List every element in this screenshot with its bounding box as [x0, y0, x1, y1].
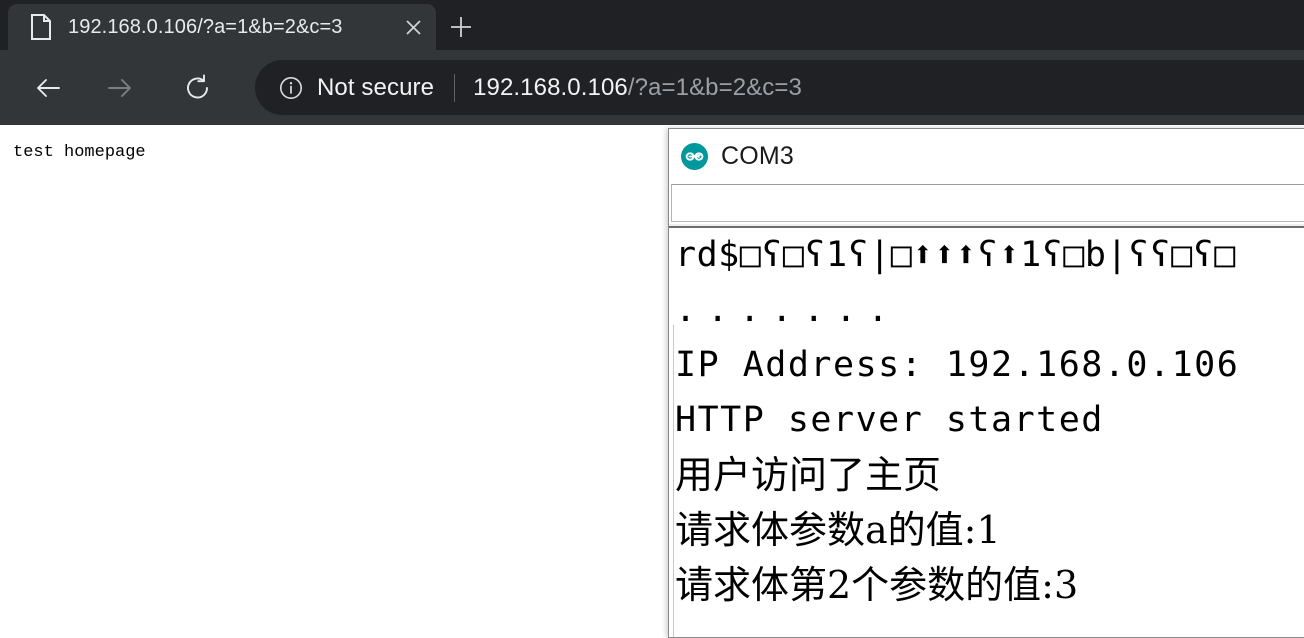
- serial-monitor-titlebar: COM3: [669, 129, 1304, 184]
- console-line: 请求体参数a的值:1: [675, 508, 1001, 552]
- browser-tab[interactable]: 192.168.0.106/?a=1&b=2&c=3: [8, 4, 436, 50]
- page-body-text: test homepage: [13, 143, 146, 162]
- console-line: rd$□ʕ□ʕ1ʕ|□⬆⬆⬆ʕ⬆1ʕ□b|ʕʕ□ʕ□: [675, 235, 1236, 275]
- serial-monitor-title: COM3: [721, 142, 795, 170]
- url-host: 192.168.0.106: [473, 73, 628, 101]
- address-bar[interactable]: Not secure 192.168.0.106/?a=1&b=2&c=3: [255, 60, 1304, 115]
- console-line: 用户访问了主页: [675, 453, 942, 497]
- arduino-infinity-icon: [681, 143, 708, 170]
- url-path: /?a=1&b=2&c=3: [627, 73, 802, 101]
- console-line-list: rd$□ʕ□ʕ1ʕ|□⬆⬆⬆ʕ⬆1ʕ□b|ʕʕ□ʕ□....... IP Addr…: [675, 228, 1304, 613]
- console-line: HTTP server started: [675, 400, 1104, 440]
- omnibox-divider: [454, 73, 456, 102]
- serial-input-row: [669, 184, 1304, 224]
- new-tab-icon[interactable]: [443, 9, 479, 45]
- security-status-label: Not secure: [317, 73, 435, 101]
- console-left-gutter: [669, 325, 674, 637]
- document-icon: [30, 14, 52, 40]
- serial-send-input[interactable]: [671, 184, 1304, 222]
- tab-close-icon[interactable]: [396, 10, 430, 44]
- serial-monitor-window: COM3 rd$□ʕ□ʕ1ʕ|□⬆⬆⬆ʕ⬆1ʕ□b|ʕʕ□ʕ□....... IP…: [668, 128, 1304, 638]
- forward-button[interactable]: [96, 64, 144, 112]
- browser-toolbar: Not secure 192.168.0.106/?a=1&b=2&c=3: [0, 50, 1304, 125]
- serial-console-output[interactable]: rd$□ʕ□ʕ1ʕ|□⬆⬆⬆ʕ⬆1ʕ□b|ʕʕ□ʕ□....... IP Addr…: [669, 226, 1304, 637]
- console-line: .......: [675, 290, 900, 330]
- info-circle-icon[interactable]: [279, 76, 303, 100]
- back-button[interactable]: [24, 64, 72, 112]
- tab-strip: 192.168.0.106/?a=1&b=2&c=3: [0, 0, 1304, 50]
- url-text: 192.168.0.106/?a=1&b=2&c=3: [473, 74, 1304, 102]
- console-line: 请求体第2个参数的值:3: [675, 563, 1079, 607]
- reload-button[interactable]: [174, 64, 222, 112]
- console-line: IP Address: 192.168.0.106: [675, 345, 1240, 385]
- tab-title: 192.168.0.106/?a=1&b=2&c=3: [68, 15, 343, 38]
